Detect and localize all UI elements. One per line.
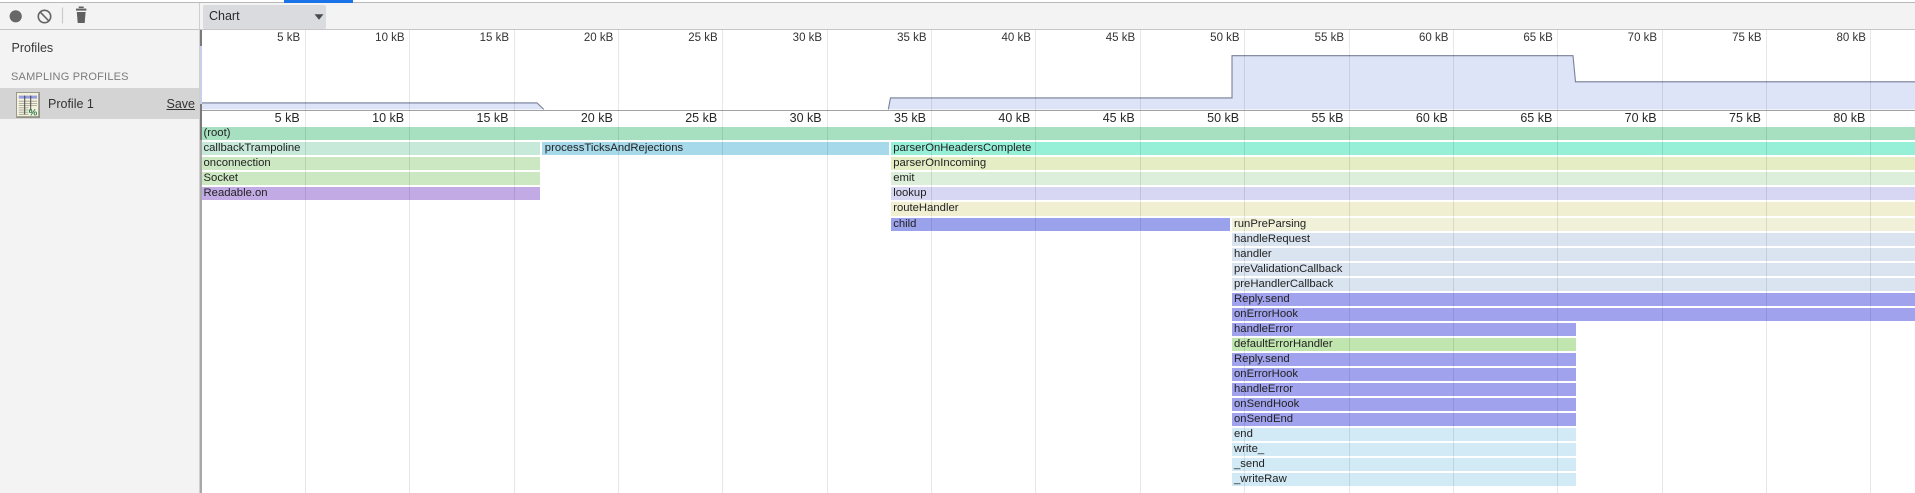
svg-text:%: % xyxy=(29,108,38,118)
